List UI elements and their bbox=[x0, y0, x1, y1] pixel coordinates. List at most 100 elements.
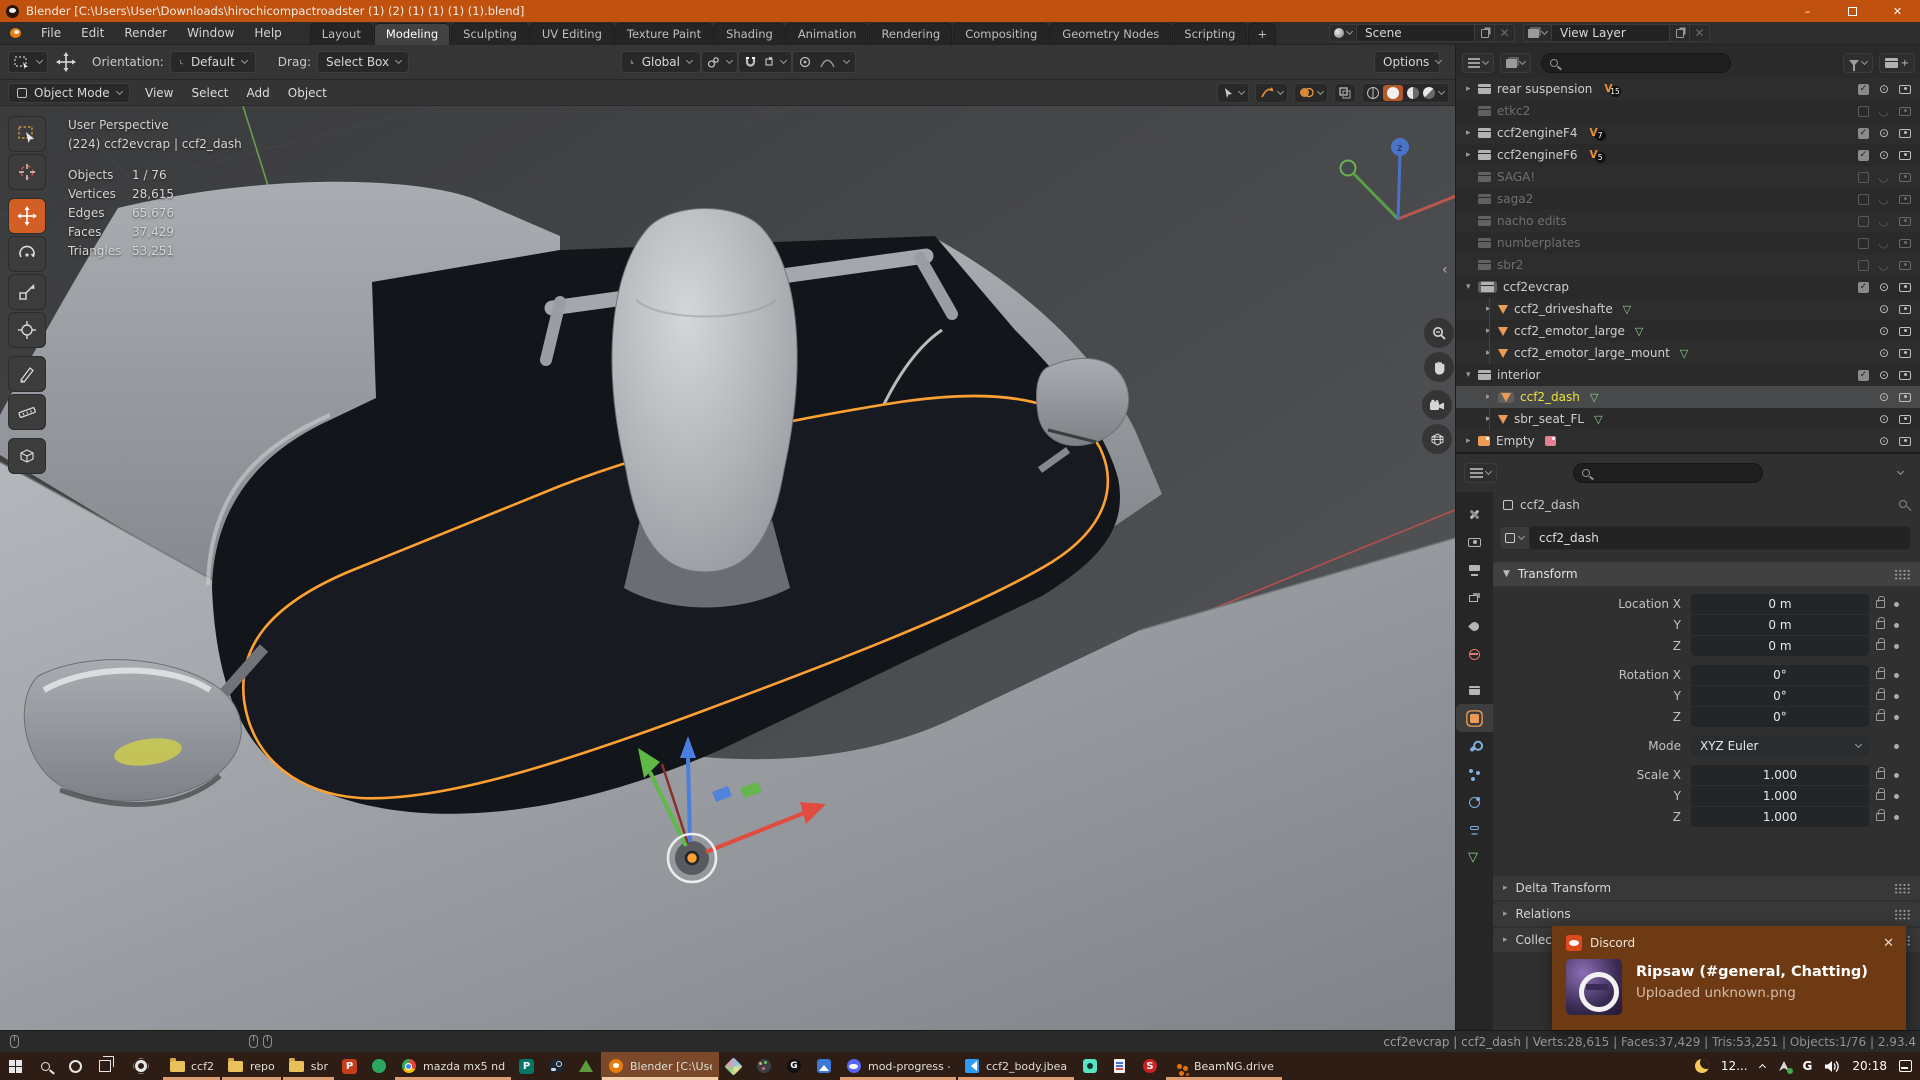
taskbar-app-photos[interactable] bbox=[809, 1052, 839, 1080]
view-layer-remove-button[interactable]: ✕ bbox=[1690, 24, 1710, 42]
gizmos-dropdown[interactable] bbox=[1255, 83, 1288, 103]
physics-properties-tab[interactable] bbox=[1456, 788, 1493, 816]
animate-dot[interactable] bbox=[1894, 794, 1899, 799]
close-button[interactable]: ✕ bbox=[1875, 0, 1920, 22]
exclude-checkbox[interactable]: ✓ bbox=[1858, 128, 1869, 139]
move-tool-icon[interactable] bbox=[56, 52, 76, 72]
animate-dot[interactable] bbox=[1894, 673, 1899, 678]
add-workspace-button[interactable]: + bbox=[1248, 23, 1276, 45]
hide-eye-toggle[interactable]: ⊙ bbox=[1879, 128, 1889, 138]
outliner-filter-button[interactable] bbox=[1843, 53, 1873, 73]
menu-edit[interactable]: Edit bbox=[71, 23, 114, 43]
taskbar-app-paint[interactable] bbox=[719, 1052, 749, 1080]
tab-modeling[interactable]: Modeling bbox=[374, 23, 450, 45]
exclude-checkbox[interactable] bbox=[1858, 216, 1869, 227]
drag-dropdown[interactable]: Select Box bbox=[317, 51, 409, 73]
scene-unlink-button[interactable]: ✕ bbox=[1495, 24, 1515, 42]
animate-dot[interactable] bbox=[1894, 773, 1899, 778]
taskbar-search-button[interactable] bbox=[30, 1052, 60, 1080]
measure-tool[interactable] bbox=[8, 394, 46, 430]
expand-arrow[interactable]: ▸ bbox=[1486, 348, 1498, 358]
outliner-row-rear-suspension[interactable]: ▸rear suspensionV15✓⊙ bbox=[1456, 78, 1920, 100]
action-center-icon[interactable] bbox=[1899, 1060, 1912, 1072]
taskbar-app-logitech[interactable]: G bbox=[779, 1052, 809, 1080]
taskbar-app-palette[interactable] bbox=[749, 1052, 779, 1080]
material-preview-button[interactable] bbox=[1407, 87, 1419, 99]
exclude-checkbox[interactable] bbox=[1858, 106, 1869, 117]
outliner-row-ccf2-emotor-large-mount[interactable]: ▸ccf2_emotor_large_mount▽⊙ bbox=[1456, 342, 1920, 364]
exclude-checkbox[interactable]: ✓ bbox=[1858, 84, 1869, 95]
expand-arrow[interactable]: ▸ bbox=[1466, 84, 1478, 94]
view-layer-name-field[interactable]: View Layer bbox=[1552, 24, 1670, 42]
panel-drag-dots[interactable] bbox=[1894, 883, 1911, 894]
properties-search-input[interactable] bbox=[1573, 463, 1763, 483]
disable-render-camera-toggle[interactable] bbox=[1899, 195, 1911, 204]
panel-delta-transform[interactable]: ▸Delta Transform bbox=[1493, 876, 1920, 900]
zoom-button[interactable] bbox=[1424, 318, 1454, 348]
disable-render-camera-toggle[interactable] bbox=[1899, 349, 1911, 358]
gizmo-y-axis[interactable] bbox=[1341, 161, 1356, 176]
taskbar-app-publisher[interactable]: P bbox=[512, 1052, 541, 1080]
proportional-edit-group[interactable] bbox=[792, 51, 856, 73]
tab-geometry-nodes[interactable]: Geometry Nodes bbox=[1050, 23, 1171, 45]
scene-copy-button[interactable] bbox=[1475, 24, 1495, 42]
tab-compositing[interactable]: Compositing bbox=[953, 23, 1049, 45]
object-properties-tab[interactable] bbox=[1456, 704, 1493, 732]
discord-notification[interactable]: Discord ✕ Ripsaw (#general, Chatting) Up… bbox=[1552, 926, 1906, 1030]
animate-dot[interactable] bbox=[1894, 744, 1899, 749]
outliner-row-numberplates[interactable]: numberplates◡ bbox=[1456, 232, 1920, 254]
start-button[interactable] bbox=[0, 1052, 30, 1080]
expand-arrow[interactable]: ▸ bbox=[1486, 392, 1498, 402]
outliner-row-interior[interactable]: ▾interior✓⊙ bbox=[1456, 364, 1920, 386]
hide-eye-toggle[interactable]: ◡ bbox=[1879, 172, 1889, 182]
night-light-icon[interactable] bbox=[1695, 1059, 1709, 1073]
hide-eye-toggle[interactable]: ⊙ bbox=[1879, 370, 1889, 380]
options-dropdown[interactable]: Options bbox=[1374, 51, 1440, 73]
taskbar-app-sbr[interactable]: sbr bbox=[282, 1052, 335, 1080]
lock-icon[interactable] bbox=[1876, 671, 1885, 679]
animate-dot[interactable] bbox=[1894, 715, 1899, 720]
outliner-row-ccf2evcrap[interactable]: ▾ccf2evcrap✓⊙ bbox=[1456, 276, 1920, 298]
tab-texture-paint[interactable]: Texture Paint bbox=[615, 23, 713, 45]
outliner-row-ccf2-dash[interactable]: ▸ccf2_dash▽⊙ bbox=[1456, 386, 1920, 408]
object-data-properties-tab[interactable]: ▽ bbox=[1456, 844, 1493, 872]
hide-eye-toggle[interactable]: ◡ bbox=[1879, 194, 1889, 204]
add-cube-tool[interactable] bbox=[8, 438, 46, 474]
active-tool-button[interactable] bbox=[8, 51, 48, 73]
view-layer-copy-button[interactable] bbox=[1670, 24, 1690, 42]
hide-eye-toggle[interactable]: ⊙ bbox=[1879, 304, 1889, 314]
camera-view-button[interactable] bbox=[1422, 390, 1452, 420]
menu-help[interactable]: Help bbox=[244, 23, 291, 43]
scale-tool[interactable] bbox=[8, 274, 46, 310]
viewport-menu-view[interactable]: View bbox=[136, 83, 182, 103]
outliner-filter-layer-dropdown[interactable] bbox=[1500, 53, 1531, 73]
task-view-button[interactable] bbox=[90, 1052, 120, 1080]
hide-eye-toggle[interactable]: ◡ bbox=[1879, 216, 1889, 226]
outliner-row-ccf2-driveshafte[interactable]: ▸ccf2_driveshafte▽⊙ bbox=[1456, 298, 1920, 320]
value-field[interactable]: 1.000 bbox=[1691, 786, 1869, 806]
tab-animation[interactable]: Animation bbox=[786, 23, 869, 45]
hide-eye-toggle[interactable]: ⊙ bbox=[1879, 392, 1889, 402]
menu-window[interactable]: Window bbox=[177, 23, 244, 43]
taskbar-app-circle-green[interactable] bbox=[364, 1052, 394, 1080]
settings-button[interactable] bbox=[126, 1052, 156, 1080]
disable-render-camera-toggle[interactable] bbox=[1899, 129, 1911, 138]
disable-render-camera-toggle[interactable] bbox=[1899, 217, 1911, 226]
rotate-tool[interactable] bbox=[8, 236, 46, 272]
exclude-checkbox[interactable] bbox=[1858, 238, 1869, 249]
disable-render-camera-toggle[interactable] bbox=[1899, 173, 1911, 182]
disable-render-camera-toggle[interactable] bbox=[1899, 305, 1911, 314]
hide-eye-toggle[interactable]: ⊙ bbox=[1879, 150, 1889, 160]
cursor-tool[interactable] bbox=[8, 154, 46, 190]
lock-icon[interactable] bbox=[1876, 621, 1885, 629]
panel-drag-dots[interactable] bbox=[1894, 909, 1911, 920]
volume-icon[interactable] bbox=[1824, 1060, 1840, 1073]
outliner-row-saga2[interactable]: saga2◡ bbox=[1456, 188, 1920, 210]
tab-scripting[interactable]: Scripting bbox=[1172, 23, 1247, 45]
disable-render-camera-toggle[interactable] bbox=[1899, 239, 1911, 248]
lock-icon[interactable] bbox=[1876, 792, 1885, 800]
hide-eye-toggle[interactable]: ⊙ bbox=[1879, 436, 1889, 446]
outliner-row-empty[interactable]: ▸Empty⊙ bbox=[1456, 430, 1920, 452]
disable-render-camera-toggle[interactable] bbox=[1899, 371, 1911, 380]
wireframe-shading-button[interactable] bbox=[1367, 87, 1379, 99]
